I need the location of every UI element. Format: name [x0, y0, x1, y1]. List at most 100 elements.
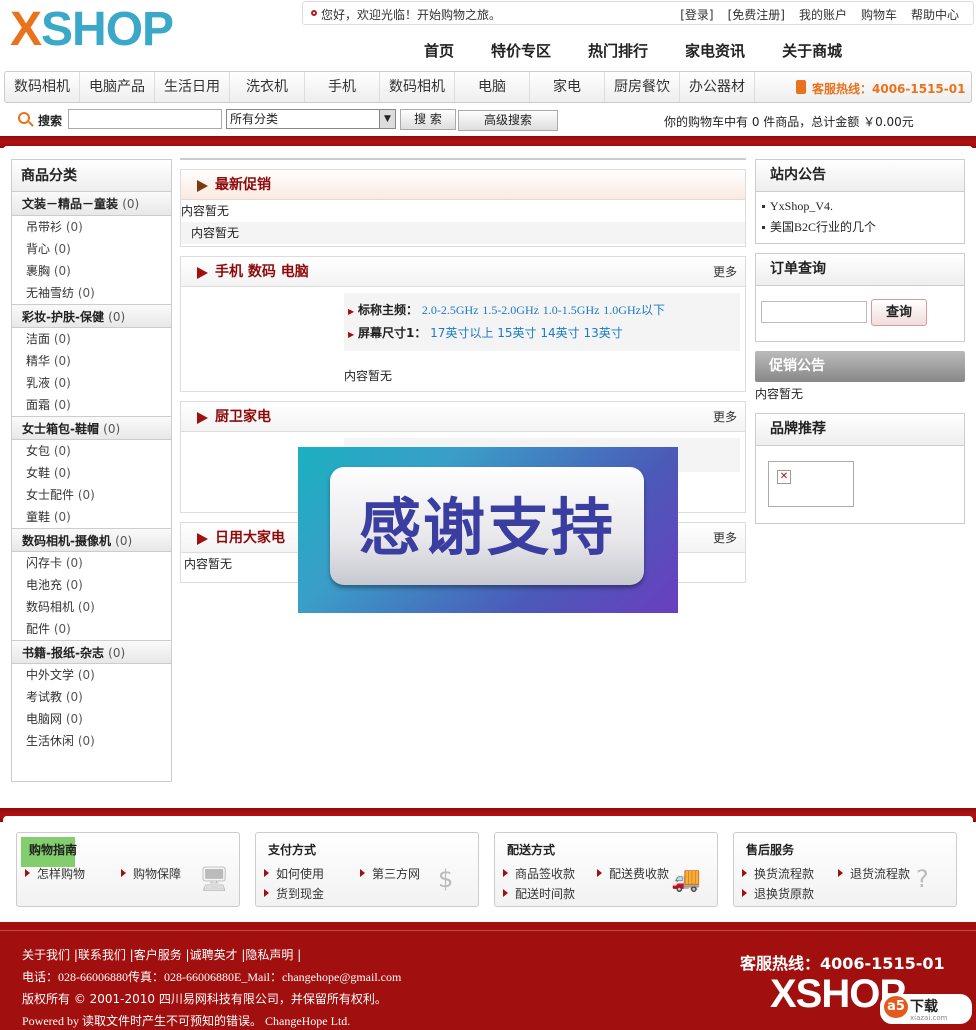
- item-name: 生活休闲: [26, 734, 75, 748]
- help-link[interactable]: 帮助中心: [911, 6, 959, 23]
- guide-link[interactable]: 怎样购物: [25, 865, 85, 882]
- site-logo[interactable]: XSHOP: [10, 4, 210, 56]
- nav-about[interactable]: 关于商城: [782, 40, 842, 61]
- order-input[interactable]: [761, 301, 867, 323]
- item-name: 女士配件: [26, 488, 75, 502]
- delivery-link[interactable]: 配送时间款: [503, 885, 575, 902]
- triangle-icon: [197, 180, 208, 192]
- size-option[interactable]: 13英寸: [584, 326, 623, 340]
- nav-rankings[interactable]: 热门排行: [588, 40, 648, 61]
- item-count: (0): [53, 444, 71, 458]
- category-link[interactable]: 童鞋 (0): [12, 506, 171, 528]
- group-name: 书籍-报纸-杂志: [22, 646, 104, 660]
- category-link[interactable]: 考试教 (0): [12, 686, 171, 708]
- category-item[interactable]: 生活日用: [155, 72, 230, 102]
- category-link[interactable]: 配件 (0): [12, 618, 171, 640]
- freq-option[interactable]: 2.0-2.5GHz: [422, 303, 479, 317]
- category-link[interactable]: 女鞋 (0): [12, 462, 171, 484]
- category-link[interactable]: 女士配件 (0): [12, 484, 171, 506]
- delivery-link[interactable]: 配送费收款: [597, 865, 669, 882]
- nav-news[interactable]: 家电资讯: [685, 40, 745, 61]
- category-item[interactable]: 家电: [530, 72, 605, 102]
- category-group-title[interactable]: 女士箱包-鞋帽 (0): [12, 416, 171, 440]
- group-name: 文装－精品－童装: [22, 197, 119, 211]
- category-link[interactable]: 电脑网 (0): [12, 708, 171, 730]
- notice-item[interactable]: YxShop_V4.: [756, 196, 964, 217]
- delivery-link[interactable]: 商品签收款: [503, 865, 575, 882]
- freq-option[interactable]: 1.5-2.0GHz: [482, 303, 539, 317]
- thanks-text: 感谢支持: [358, 491, 615, 564]
- freq-filter-row: ▶ 标称主频： 2.0-2.5GHz 1.5-2.0GHz 1.0-1.5GHz…: [348, 301, 665, 318]
- size-filter-row: ▶ 屏幕尺寸1： 17英寸以上 15英寸 14英寸 13英寸: [348, 324, 623, 341]
- category-link[interactable]: 面霜 (0): [12, 394, 171, 416]
- category-link[interactable]: 吊带衫 (0): [12, 216, 171, 238]
- category-item[interactable]: 数码相机: [380, 72, 455, 102]
- nav-specials[interactable]: 特价专区: [491, 40, 551, 61]
- footer-links[interactable]: 关于我们 |联系我们 |客户服务 |诚聘英才 |隐私声明 |: [22, 946, 301, 963]
- category-link[interactable]: 洁面 (0): [12, 328, 171, 350]
- freq-option[interactable]: 1.0-1.5GHz: [543, 303, 600, 317]
- notice-item[interactable]: 美国B2C行业的几个: [756, 217, 964, 238]
- category-link[interactable]: 闪存卡 (0): [12, 552, 171, 574]
- size-option[interactable]: 15英寸: [497, 326, 536, 340]
- category-link[interactable]: 电池充 (0): [12, 574, 171, 596]
- category-link[interactable]: 女包 (0): [12, 440, 171, 462]
- search-button[interactable]: 搜 索: [400, 109, 456, 130]
- category-link[interactable]: 精华 (0): [12, 350, 171, 372]
- aftersale-link[interactable]: 退货流程款: [838, 865, 910, 882]
- category-item[interactable]: 手机: [305, 72, 380, 102]
- advanced-search-button[interactable]: 高级搜索: [458, 110, 558, 131]
- category-item[interactable]: 电脑产品: [80, 72, 155, 102]
- category-link[interactable]: 中外文学 (0): [12, 664, 171, 686]
- group-name: 女士箱包-鞋帽: [22, 422, 99, 436]
- hotline: 客服热线：4006-1515-01: [812, 82, 966, 96]
- category-item[interactable]: 办公器材: [680, 72, 755, 102]
- login-link[interactable]: [登录]: [680, 6, 713, 23]
- aftersale-link[interactable]: 换货流程款: [742, 865, 814, 882]
- category-link[interactable]: 乳液 (0): [12, 372, 171, 394]
- cart-link[interactable]: 购物车: [861, 6, 897, 23]
- item-count: (0): [53, 622, 71, 636]
- order-title: 订单查询: [756, 254, 964, 286]
- guide-link[interactable]: 购物保障: [121, 865, 181, 882]
- payment-link[interactable]: 货到现金: [264, 885, 324, 902]
- item-name: 女鞋: [26, 466, 51, 480]
- more-link[interactable]: 更多: [713, 402, 737, 432]
- item-name: 洁面: [26, 332, 51, 346]
- payment-link[interactable]: 第三方网: [360, 865, 420, 882]
- more-link[interactable]: 更多: [713, 257, 737, 287]
- nav-home[interactable]: 首页: [424, 40, 454, 61]
- order-query-button[interactable]: 查询: [871, 299, 927, 326]
- category-item[interactable]: 洗衣机: [230, 72, 305, 102]
- phone-icon: [796, 80, 806, 94]
- category-item[interactable]: 厨房餐饮: [605, 72, 680, 102]
- aftersale-link[interactable]: 退换货原款: [742, 885, 814, 902]
- category-group-title[interactable]: 彩妆-护肤-保健 (0): [12, 304, 171, 328]
- category-group-title[interactable]: 书籍-报纸-杂志 (0): [12, 640, 171, 664]
- category-link[interactable]: 数码相机 (0): [12, 596, 171, 618]
- category-link[interactable]: 生活休闲 (0): [12, 730, 171, 752]
- top-links: [登录] [免费注册] 我的账户 购物车 帮助中心: [680, 6, 959, 23]
- register-link[interactable]: [免费注册]: [728, 6, 785, 23]
- triangle-icon: [197, 533, 208, 545]
- category-link[interactable]: 背心 (0): [12, 238, 171, 260]
- more-link[interactable]: 更多: [713, 523, 737, 553]
- category-link[interactable]: 无袖雪纺 (0): [12, 282, 171, 304]
- payment-link[interactable]: 如何使用: [264, 865, 324, 882]
- my-account-link[interactable]: 我的账户: [799, 6, 847, 23]
- item-count: (0): [77, 488, 95, 502]
- dropdown-arrow-icon[interactable]: ▼: [379, 110, 395, 128]
- category-select[interactable]: 所有分类 ▼: [226, 109, 396, 129]
- computer-icon: 🖥: [199, 865, 230, 893]
- size-option[interactable]: 14英寸: [540, 326, 579, 340]
- size-option[interactable]: 17英寸以上: [430, 326, 493, 340]
- category-item[interactable]: 电脑: [455, 72, 530, 102]
- category-group-title[interactable]: 数码相机-摄像机 (0): [12, 528, 171, 552]
- search-input[interactable]: [68, 109, 222, 129]
- category-group-title[interactable]: 文装－精品－童装 (0): [12, 192, 171, 216]
- category-item[interactable]: 数码相机: [5, 72, 80, 102]
- category-link[interactable]: 裹胸 (0): [12, 260, 171, 282]
- freq-option[interactable]: 1.0GHz以下: [603, 303, 665, 317]
- brand-image[interactable]: ✕: [768, 461, 854, 507]
- sale-title: 促销公告: [755, 351, 965, 382]
